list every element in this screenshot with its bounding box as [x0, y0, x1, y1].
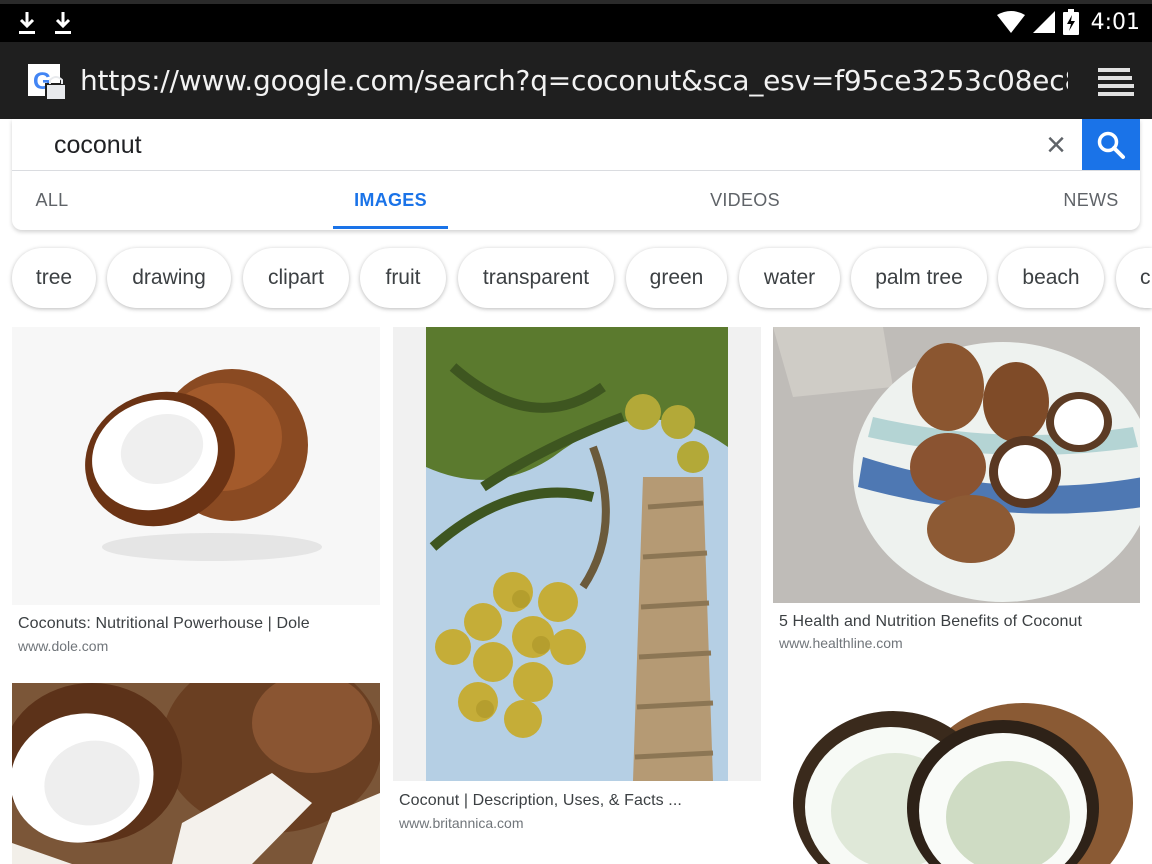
- chip-water[interactable]: water: [739, 248, 840, 308]
- browser-url-bar: G https://www.google.com/search?q=coconu…: [0, 42, 1152, 119]
- tab-videos[interactable]: VIDEOS: [690, 171, 800, 229]
- tab-images[interactable]: IMAGES: [333, 171, 448, 229]
- tab-news[interactable]: NEWS: [1052, 171, 1130, 229]
- tab-all[interactable]: ALL: [12, 171, 92, 229]
- google-site-icon[interactable]: G: [28, 62, 68, 102]
- result-caption: Coconuts: Nutritional Powerhouse | Dole …: [12, 605, 380, 670]
- battery-charging-icon: [1062, 9, 1079, 35]
- result-title[interactable]: Coconuts: Nutritional Powerhouse | Dole: [18, 615, 310, 633]
- search-icon: [1097, 131, 1125, 159]
- chip-clipart[interactable]: clipart: [243, 248, 349, 308]
- image-result-britannica[interactable]: Coconut | Description, Uses, & Facts ...…: [393, 327, 761, 850]
- chip-palm-tree[interactable]: palm tree: [851, 248, 987, 308]
- image-result-healthline[interactable]: 5 Health and Nutrition Benefits of Cocon…: [773, 327, 1140, 668]
- chip-drawing[interactable]: drawing: [107, 248, 231, 308]
- image-result-cracked-coconuts[interactable]: [12, 683, 380, 864]
- image-result-dole[interactable]: Coconuts: Nutritional Powerhouse | Dole …: [12, 327, 380, 670]
- search-input[interactable]: [12, 119, 1082, 171]
- chip-green[interactable]: green: [626, 248, 727, 308]
- tabs-menu-icon[interactable]: [1098, 66, 1134, 96]
- status-bar-top-edge: [0, 0, 1152, 4]
- status-clock: 4:01: [1090, 9, 1140, 35]
- result-title[interactable]: 5 Health and Nutrition Benefits of Cocon…: [779, 613, 1082, 631]
- result-domain: www.healthline.com: [779, 635, 903, 651]
- chip-partial[interactable]: c: [1116, 248, 1152, 308]
- result-caption: 5 Health and Nutrition Benefits of Cocon…: [773, 603, 1140, 668]
- close-icon: ×: [1046, 126, 1066, 164]
- clear-search-button[interactable]: ×: [1040, 126, 1072, 164]
- url-text[interactable]: https://www.google.com/search?q=coconut&…: [80, 64, 1068, 100]
- status-bar: 4:01: [0, 0, 1152, 42]
- chip-transparent[interactable]: transparent: [458, 248, 614, 308]
- result-image[interactable]: [773, 327, 1140, 603]
- download-icon: [19, 12, 35, 34]
- signal-icon: [1032, 11, 1055, 33]
- status-right-group: 4:01: [996, 8, 1140, 36]
- search-card: × ALL IMAGES VIDEOS NEWS: [12, 119, 1140, 230]
- search-button[interactable]: [1082, 119, 1140, 170]
- search-divider: [12, 170, 1140, 171]
- image-result-halved-coconut[interactable]: [773, 683, 1140, 864]
- chip-beach[interactable]: beach: [998, 248, 1104, 308]
- wifi-icon: [996, 11, 1025, 33]
- result-title[interactable]: Coconut | Description, Uses, & Facts ...: [399, 792, 682, 810]
- related-search-chips: tree drawing clipart fruit transparent g…: [0, 246, 1152, 310]
- result-image[interactable]: [773, 683, 1140, 864]
- chip-tree[interactable]: tree: [12, 248, 96, 308]
- result-image[interactable]: [393, 327, 761, 781]
- download-icon: [55, 12, 71, 34]
- result-caption: Coconut | Description, Uses, & Facts ...…: [393, 781, 761, 850]
- chip-fruit[interactable]: fruit: [360, 248, 446, 308]
- active-tab-indicator: [333, 226, 448, 229]
- result-image[interactable]: [12, 683, 380, 864]
- result-domain: www.britannica.com: [399, 815, 524, 831]
- result-domain: www.dole.com: [18, 638, 109, 654]
- result-image[interactable]: [12, 327, 380, 605]
